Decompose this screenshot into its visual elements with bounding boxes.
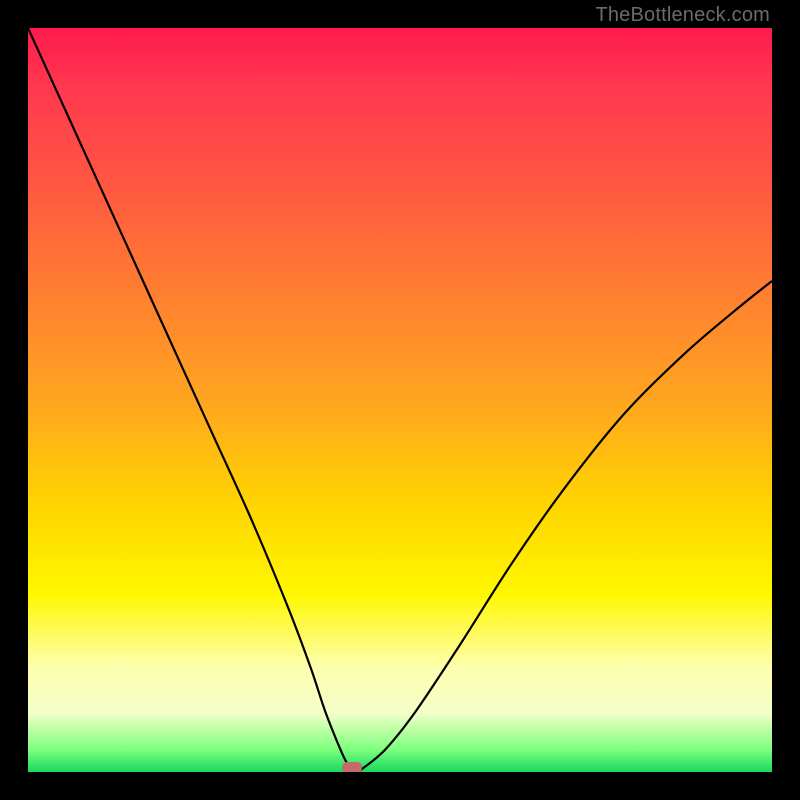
plot-area <box>28 28 772 772</box>
chart-frame: TheBottleneck.com <box>0 0 800 800</box>
optimum-marker <box>342 762 362 772</box>
curve-path <box>28 28 772 772</box>
bottleneck-curve <box>28 28 772 772</box>
watermark-text: TheBottleneck.com <box>595 4 770 27</box>
